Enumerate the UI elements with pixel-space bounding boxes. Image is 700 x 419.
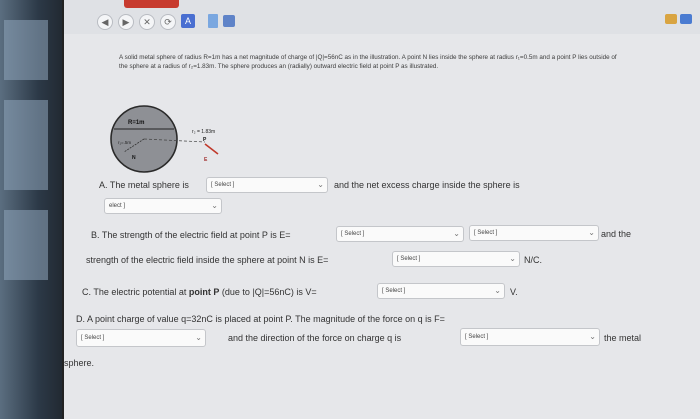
radius-label: R=1m: [128, 120, 145, 126]
question-b-prefix: B. The strength of the electric field at…: [91, 230, 291, 240]
chevron-down-icon: ⌄: [509, 254, 516, 263]
select-placeholder: [ Select ]: [211, 182, 235, 188]
toolbar-buttons: ◀ ▶ ✕ ⟳ A: [97, 14, 235, 30]
forward-icon[interactable]: ▶: [118, 14, 134, 30]
select-field-unit[interactable]: [ Select ] ⌄: [469, 225, 599, 241]
select-potential[interactable]: [ Select ] ⌄: [377, 283, 505, 299]
select-field-at-p[interactable]: [ Select ] ⌄: [336, 226, 464, 242]
chevron-down-icon: ⌄: [453, 229, 460, 238]
chevron-down-icon: ⌄: [317, 180, 324, 189]
monitor-bezel-left: [0, 0, 70, 419]
select-placeholder: [ Select ]: [81, 335, 105, 341]
electric-field-arrow: [204, 143, 219, 155]
select-sphere-type[interactable]: [ Select ] ⌄: [206, 177, 328, 193]
point-p-label: P: [203, 137, 207, 143]
select-field-at-n[interactable]: [ Select ] ⌄: [392, 251, 520, 267]
chevron-down-icon: ⌄: [211, 201, 218, 210]
question-a-mid: and the net excess charge inside the sph…: [334, 180, 520, 190]
select-net-charge[interactable]: elect ] ⌄: [104, 198, 222, 214]
document-icon[interactable]: [208, 14, 218, 28]
question-a-prefix: A. The metal sphere is: [99, 180, 189, 190]
r2-label: r₂ = 1.83m: [192, 129, 215, 135]
extension-icon[interactable]: [680, 14, 692, 24]
r1-label: r₁=.5m: [118, 140, 131, 145]
close-icon[interactable]: ✕: [139, 14, 155, 30]
question-c-text: C. The electric potential at point P (du…: [82, 287, 317, 297]
problem-statement: A solid metal sphere of radius R=1m has …: [119, 54, 617, 70]
select-placeholder: [ Select ]: [382, 288, 406, 294]
extension-icon[interactable]: [665, 14, 677, 24]
question-b-suffix: and the: [601, 229, 632, 239]
background-window: [4, 100, 48, 190]
chevron-down-icon: ⌄: [195, 333, 202, 342]
question-d-line1: D. A point charge of value q=32nC is pla…: [76, 314, 445, 324]
text-size-icon[interactable]: A: [181, 14, 195, 28]
question-b-unit: N/C.: [524, 255, 542, 265]
sphere-diagram: R=1m r₁=.5m N r₂ = 1.83m P E: [110, 105, 219, 173]
browser-screen: ◀ ▶ ✕ ⟳ A A solid metal sphere of radius…: [62, 0, 700, 419]
select-force-direction[interactable]: [ Select ] ⌄: [460, 328, 600, 346]
select-placeholder: [ Select ]: [397, 256, 421, 262]
reload-icon[interactable]: ⟳: [160, 14, 176, 30]
question-d-mid: and the direction of the force on charge…: [228, 333, 402, 343]
back-icon[interactable]: ◀: [97, 14, 113, 30]
select-force-magnitude[interactable]: [ Select ] ⌄: [76, 329, 206, 347]
question-c-unit: V.: [510, 287, 518, 297]
question-b-line2: strength of the electric field inside th…: [86, 255, 329, 265]
background-window: [4, 20, 48, 80]
chevron-down-icon: ⌄: [494, 286, 501, 295]
question-d-suffix: the metal: [604, 333, 642, 343]
background-window: [4, 210, 48, 280]
extension-icons: [665, 14, 692, 24]
electric-field-label: E: [204, 157, 208, 163]
chevron-down-icon: ⌄: [589, 332, 596, 341]
active-tab-indicator[interactable]: [124, 0, 179, 8]
select-placeholder: [ Select ]: [465, 334, 489, 340]
question-d-line3: sphere.: [64, 358, 95, 368]
select-placeholder: [ Select ]: [341, 231, 365, 237]
question-c-middle: (due to |Q|=56nC) is V=: [221, 287, 317, 297]
quiz-content: A solid metal sphere of radius R=1m has …: [64, 34, 700, 419]
select-placeholder: elect ]: [109, 203, 126, 209]
chevron-down-icon: ⌄: [588, 228, 595, 237]
question-c-prefix: C. The electric potential at: [82, 287, 187, 297]
point-n-label: N: [132, 155, 136, 161]
browser-toolbar: ◀ ▶ ✕ ⟳ A: [64, 0, 700, 34]
question-c-bold: point P: [188, 287, 220, 297]
bookmark-icon[interactable]: [223, 15, 235, 27]
select-placeholder: [ Select ]: [474, 230, 498, 236]
